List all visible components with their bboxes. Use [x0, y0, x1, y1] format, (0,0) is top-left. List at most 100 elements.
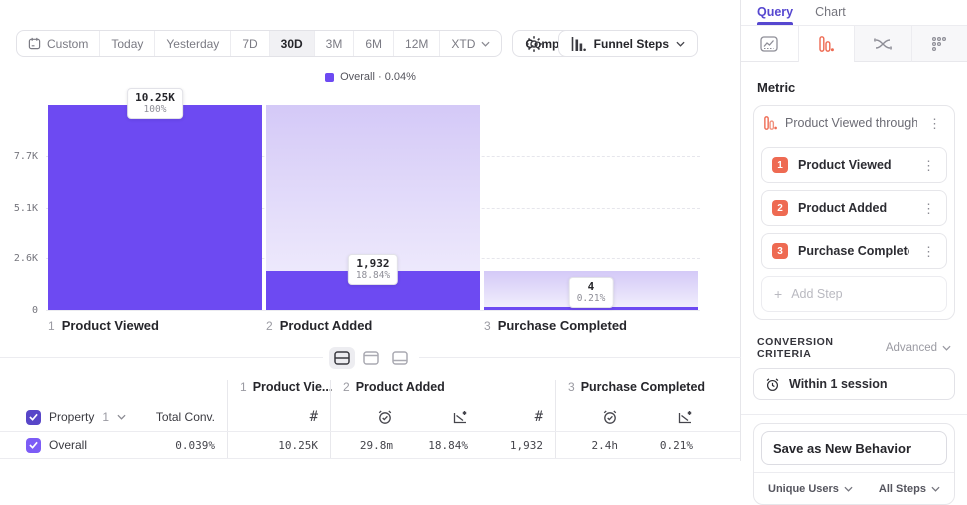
y-axis-tick: 2.6K	[0, 253, 38, 264]
layout-split-icon	[334, 351, 350, 365]
query-builder-sidebar: Query Chart Metric Product Viewed throug…	[741, 0, 967, 461]
insights-chart-icon	[760, 36, 778, 52]
behavior-card: Save as New Behavior Unique Users All St…	[753, 423, 955, 505]
funnel-bars-icon	[819, 36, 834, 52]
step-number-badge: 3	[772, 243, 788, 259]
step3-rate-value: 0.21%	[630, 432, 705, 458]
query-step-1[interactable]: 1 Product Viewed ⋮	[761, 147, 947, 183]
kebab-menu-icon[interactable]: ⋮	[925, 117, 944, 130]
layout-chart-button[interactable]	[358, 347, 384, 369]
table-row[interactable]: Overall 0.039% 10.25K 29.8m 18.84% 1,932…	[0, 432, 740, 459]
total-conv-header[interactable]: Total Conv.	[130, 403, 227, 431]
flows-icon	[874, 36, 892, 52]
conversion-window-button[interactable]: Within 1 session	[753, 368, 955, 400]
retention-dots-icon	[931, 36, 947, 52]
kebab-menu-icon[interactable]: ⋮	[919, 245, 938, 258]
y-axis-tick: 7.7K	[0, 151, 38, 162]
tab-funnels[interactable]	[798, 26, 855, 62]
count-column-header[interactable]: #	[480, 403, 555, 431]
check-icon	[29, 441, 38, 449]
steps-scope-dropdown[interactable]: All Steps	[879, 483, 940, 495]
kebab-menu-icon[interactable]: ⋮	[919, 159, 938, 172]
chevron-down-icon	[931, 486, 940, 492]
table-header-row: Property 1 Total Conv. # #	[0, 403, 740, 432]
row-name: Overall	[49, 438, 87, 452]
layout-bottom-icon	[392, 351, 408, 365]
select-all-checkbox[interactable]	[26, 410, 41, 425]
step2-time-value: 29.8m	[330, 432, 405, 458]
query-step-2[interactable]: 2 Product Added ⋮	[761, 190, 947, 226]
step-number-badge: 1	[772, 157, 788, 173]
funnel-metric-title: Product Viewed through Purchas...	[785, 116, 917, 130]
step-number-badge: 2	[772, 200, 788, 216]
y-axis-tick: 5.1K	[0, 203, 38, 214]
step-label-1: 1 Product Viewed	[48, 318, 159, 333]
bar-value-label: 1,93218.84%	[348, 254, 398, 285]
chevron-down-icon	[844, 486, 853, 492]
y-axis-tick: 0	[0, 305, 38, 316]
bar-value-label: 40.21%	[569, 277, 614, 308]
overall-row-cell: Overall	[0, 432, 130, 458]
funnel-metric-row[interactable]: Product Viewed through Purchas... ⋮	[761, 106, 947, 140]
tab-chart[interactable]: Chart	[815, 5, 846, 25]
count-column-header[interactable]: #	[227, 403, 330, 431]
layout-toggle-group	[0, 345, 741, 371]
tab-flows[interactable]	[854, 26, 911, 62]
x-axis-line	[46, 310, 700, 311]
group-header-step3: 3 Purchase Completed	[555, 380, 740, 403]
count-icon: #	[535, 409, 543, 425]
layout-top-icon	[363, 351, 379, 365]
funnel-bar-converted-segment[interactable]	[48, 105, 262, 310]
bar-value-label: 10.25K100%	[127, 88, 183, 119]
metric-card: Product Viewed through Purchas... ⋮ 1 Pr…	[753, 105, 955, 320]
step3-time-value: 2.4h	[555, 432, 630, 458]
query-options-footer: Unique Users All Steps	[754, 472, 954, 504]
report-type-tabs	[741, 26, 967, 62]
plus-icon: +	[774, 286, 782, 302]
sidebar-tabs: Query Chart	[741, 0, 967, 26]
counting-method-dropdown[interactable]: Unique Users	[768, 483, 853, 495]
metric-section-label: Metric	[757, 80, 951, 95]
conversion-criteria-header: CONVERSION CRITERIA Advanced	[757, 336, 951, 360]
count-icon: #	[310, 409, 318, 425]
step-label-2: 2 Product Added	[266, 318, 372, 333]
funnel-report-panel: Custom Today Yesterday 7D 30D 3M 6M 12M …	[0, 0, 741, 461]
breakdown-table: 1 Product Vie... 2 Product Added 3 Purch…	[0, 380, 740, 459]
group-header-step2: 2 Product Added	[330, 380, 555, 403]
time-to-convert-icon	[377, 409, 393, 425]
group-header-step1: 1 Product Vie...	[227, 380, 330, 403]
property-header-cell[interactable]: Property 1	[0, 403, 130, 431]
step2-count-value: 1,932	[480, 432, 555, 458]
step2-rate-value: 18.84%	[405, 432, 480, 458]
funnel-chart: 1 Product Viewed 2 Product Added 3 Purch…	[0, 0, 741, 345]
layout-table-button[interactable]	[387, 347, 413, 369]
time-column-header[interactable]	[330, 403, 405, 431]
conversion-rate-icon	[677, 410, 693, 425]
add-step-button[interactable]: + Add Step	[761, 276, 947, 312]
check-icon	[29, 413, 38, 421]
layout-split-button[interactable]	[329, 347, 355, 369]
advanced-dropdown[interactable]: Advanced	[886, 342, 951, 354]
conversion-rate-icon	[452, 410, 468, 425]
tab-retention[interactable]	[911, 26, 967, 62]
time-to-convert-icon	[602, 409, 618, 425]
time-column-header[interactable]	[555, 403, 630, 431]
kebab-menu-icon[interactable]: ⋮	[919, 202, 938, 215]
chevron-down-icon	[942, 345, 951, 351]
table-group-header-row: 1 Product Vie... 2 Product Added 3 Purch…	[0, 380, 740, 403]
rate-column-header[interactable]	[405, 403, 480, 431]
row-checkbox[interactable]	[26, 438, 41, 453]
funnel-mini-icon	[764, 116, 777, 130]
query-step-3[interactable]: 3 Purchase Completed ⋮	[761, 233, 947, 269]
alarm-clock-icon	[765, 377, 780, 392]
rate-column-header[interactable]	[630, 403, 705, 431]
step1-count-value: 10.25K	[227, 432, 330, 458]
save-behavior-button[interactable]: Save as New Behavior	[761, 431, 947, 465]
divider	[741, 414, 967, 415]
total-conv-value: 0.039%	[130, 432, 227, 458]
tab-query[interactable]: Query	[757, 5, 793, 25]
step-label-3: 3 Purchase Completed	[484, 318, 627, 333]
chevron-down-icon	[117, 414, 126, 420]
conversion-criteria-label: CONVERSION CRITERIA	[757, 336, 886, 360]
tab-insights[interactable]	[741, 26, 798, 62]
